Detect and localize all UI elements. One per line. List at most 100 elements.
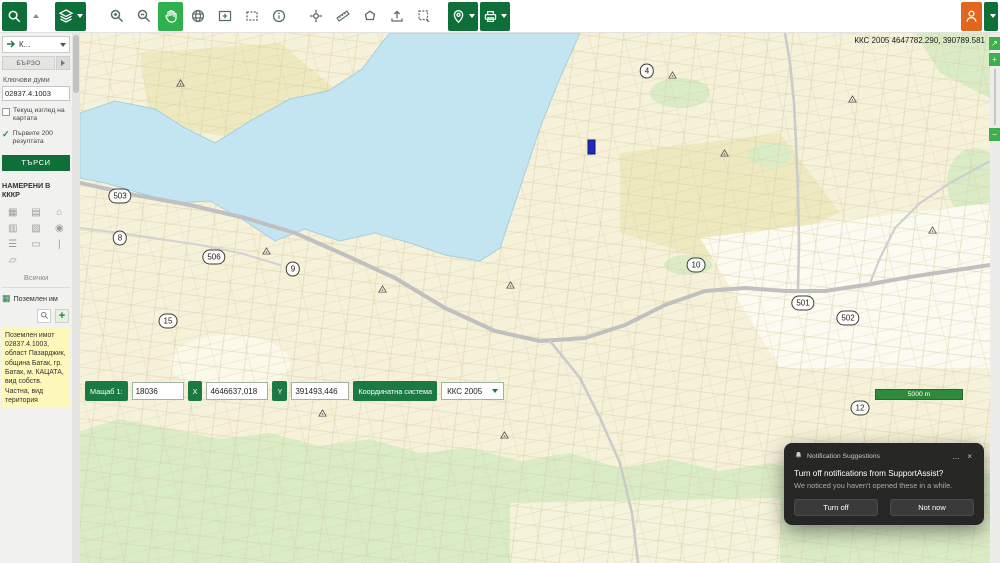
search-category-select[interactable]: К... xyxy=(2,36,70,53)
all-results-link[interactable]: Всички xyxy=(2,273,70,282)
result-type-icon[interactable]: ▱ xyxy=(2,255,23,266)
search-submit-button[interactable]: ТЪРСИ xyxy=(2,155,70,171)
map-side-rail: ↗ + − xyxy=(990,33,1000,563)
result-item[interactable]: Поземлен имот 02837.4.1003, област Пазар… xyxy=(2,328,70,409)
crs-select-value: ККС 2005 xyxy=(447,387,482,396)
search-icon xyxy=(7,9,22,24)
map-zone-label: 15 xyxy=(159,314,178,329)
result-type-icon[interactable]: ☰ xyxy=(2,239,23,250)
scale-input[interactable] xyxy=(132,382,184,400)
layer-group-row[interactable]: ▦ Поземлен им xyxy=(2,293,70,304)
chevron-right-icon xyxy=(61,60,65,66)
turn-off-button[interactable]: Turn off xyxy=(794,499,878,516)
layer-group-label: Поземлен им xyxy=(14,294,58,303)
chevron-down-icon xyxy=(60,43,66,47)
y-label: Y xyxy=(272,381,287,401)
sidebar-scroll-thumb[interactable] xyxy=(73,35,79,93)
user-button[interactable] xyxy=(961,2,982,31)
result-type-icon[interactable]: ▥ xyxy=(2,223,23,234)
scale-label: Мащаб 1: xyxy=(85,381,128,401)
not-now-button[interactable]: Not now xyxy=(890,499,974,516)
collapse-toolbar-button[interactable] xyxy=(29,2,43,31)
collapse-up-icon xyxy=(33,14,39,18)
current-view-label: Текущ изглед на картата xyxy=(13,107,70,124)
info-icon xyxy=(271,8,287,24)
highlighted-parcel[interactable] xyxy=(588,140,595,154)
globe-icon xyxy=(190,8,206,24)
zoom-extent-button[interactable] xyxy=(212,2,237,31)
chevron-down-icon xyxy=(77,14,83,18)
notification-toast: Notification Suggestions ... × Turn off … xyxy=(784,443,984,525)
add-result-button[interactable]: + xyxy=(55,309,69,323)
cursor-coordinates-readout: ККС 2005 4647782.290, 390789.581 xyxy=(854,36,985,45)
user-menu-button[interactable] xyxy=(984,2,998,31)
select-button[interactable] xyxy=(411,2,436,31)
result-type-icon[interactable]: ▤ xyxy=(25,207,46,218)
fullscreen-button[interactable]: ↗ xyxy=(989,37,1000,50)
map-scalebar: 5000 m xyxy=(875,389,963,400)
globe-button[interactable] xyxy=(185,2,210,31)
first-results-label: Първите 200 резултата xyxy=(13,130,70,147)
toast-body: We noticed you haven't opened these in a… xyxy=(794,481,974,490)
zoom-to-result-button[interactable] xyxy=(37,309,51,323)
pan-button[interactable] xyxy=(158,2,183,31)
chevron-down-icon xyxy=(501,14,507,18)
y-coordinate-input[interactable] xyxy=(291,382,349,400)
measure-area-button[interactable] xyxy=(357,2,382,31)
layers-icon xyxy=(58,8,74,24)
user-icon xyxy=(964,9,979,24)
search-tool-button[interactable] xyxy=(2,2,27,31)
zoom-out-icon xyxy=(136,8,152,24)
map-zone-label: 10 xyxy=(687,258,706,273)
keywords-input[interactable] xyxy=(2,86,70,101)
current-view-checkbox[interactable] xyxy=(2,108,10,116)
map-zone-label: 501 xyxy=(791,296,814,311)
x-coordinate-input[interactable] xyxy=(206,382,268,400)
check-icon: ✓ xyxy=(2,130,10,147)
identify-button[interactable] xyxy=(266,2,291,31)
crs-select[interactable]: ККС 2005 xyxy=(441,382,504,400)
chevron-down-icon xyxy=(469,14,475,18)
location-pin-icon xyxy=(451,9,466,24)
result-type-icon[interactable]: | xyxy=(49,239,70,250)
found-heading: НАМЕРЕНИ В КККР xyxy=(2,181,70,200)
result-type-icon[interactable]: ◉ xyxy=(49,223,70,234)
search-category-label: К... xyxy=(19,40,54,49)
print-button[interactable] xyxy=(480,2,510,31)
pan-hand-icon xyxy=(163,8,179,24)
export-button[interactable] xyxy=(384,2,409,31)
location-button[interactable] xyxy=(448,2,478,31)
expand-panel-button[interactable] xyxy=(56,56,70,70)
measure-distance-button[interactable] xyxy=(330,2,355,31)
map-zoom-in-button[interactable]: + xyxy=(989,53,1000,66)
zoom-window-button[interactable] xyxy=(239,2,264,31)
coordinate-tool-button[interactable] xyxy=(303,2,328,31)
layers-button[interactable] xyxy=(55,2,86,31)
result-type-icon[interactable]: ▨ xyxy=(25,223,46,234)
divider xyxy=(2,287,70,288)
zoom-window-icon xyxy=(244,8,260,24)
map-viewport[interactable]: ККС 2005 4647782.290, 390789.581 503 8 5… xyxy=(80,33,990,563)
polygon-icon xyxy=(362,8,378,24)
toast-more-button[interactable]: ... xyxy=(951,452,962,461)
map-zoom-out-button[interactable]: − xyxy=(989,128,1000,141)
search-sidebar: К... БЪРЗО Ключови думи Текущ изглед на … xyxy=(0,33,72,563)
quick-tab-button[interactable]: БЪРЗО xyxy=(2,56,55,70)
result-type-icon[interactable]: ▭ xyxy=(25,239,46,250)
zoom-in-button[interactable] xyxy=(104,2,129,31)
zoom-slider-track[interactable] xyxy=(994,69,996,125)
toast-close-button[interactable]: × xyxy=(965,452,974,461)
result-type-icon[interactable]: ▦ xyxy=(2,207,23,218)
zoom-out-button[interactable] xyxy=(131,2,156,31)
main-toolbar xyxy=(0,0,1000,33)
map-zone-label: 503 xyxy=(108,189,131,204)
x-label: X xyxy=(188,381,203,401)
map-controls-bar: Мащаб 1: X Y Координатна система ККС 200… xyxy=(85,381,504,401)
map-zone-label: 506 xyxy=(202,250,225,265)
toast-title: Notification Suggestions xyxy=(807,453,880,460)
result-type-icon[interactable]: ⌂ xyxy=(49,207,70,218)
crosshair-icon xyxy=(308,8,324,24)
sidebar-scrollbar[interactable] xyxy=(72,33,80,563)
upload-icon xyxy=(389,8,405,24)
ruler-icon xyxy=(335,8,351,24)
